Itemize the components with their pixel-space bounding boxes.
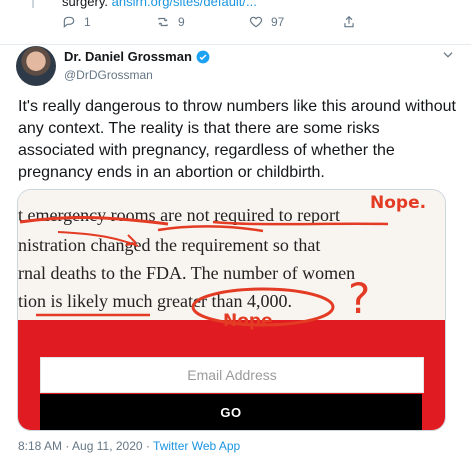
avatar[interactable]	[16, 46, 56, 86]
author-name-row: Dr. Daniel Grossman	[64, 49, 210, 64]
tweet-source[interactable]: Twitter Web App	[153, 439, 240, 453]
reply-icon	[63, 16, 75, 28]
email-field[interactable]: Email Address	[40, 357, 424, 393]
clipping-line: rnal deaths to the FDA. The number of wo…	[18, 263, 356, 283]
author[interactable]: Dr. Daniel Grossman @DrDGrossman	[64, 49, 210, 82]
reply-count: 1	[84, 15, 91, 29]
previous-tweet[interactable]: surgery. ansirh.org/sites/default/... 1 …	[0, 0, 471, 45]
chevron-down-icon[interactable]	[441, 48, 455, 62]
tweet-date[interactable]: Aug 11, 2020	[72, 439, 143, 453]
signup-panel: Email Address GO	[18, 320, 445, 430]
nope-annotation: Nope.	[223, 311, 280, 331]
previous-tweet-text: surgery. ansirh.org/sites/default/...	[62, 0, 257, 9]
previous-tweet-actions: 1 9 97	[0, 15, 471, 33]
like-count: 97	[271, 15, 285, 29]
tweet-text: It's really dangerous to throw numbers l…	[18, 98, 456, 181]
question-mark-annotation: ?	[348, 274, 371, 323]
go-button[interactable]: GO	[40, 394, 422, 430]
clipping-line: nistration changed the requirement so th…	[18, 235, 321, 255]
like-button[interactable]: 97	[249, 15, 284, 29]
tweet-timestamp: 8:18 AM · Aug 11, 2020 · Twitter Web App	[18, 439, 241, 453]
retweet-count: 9	[178, 15, 185, 29]
nope-annotation: Nope.	[370, 193, 427, 213]
retweet-button[interactable]: 9	[156, 15, 185, 29]
verified-icon	[196, 50, 210, 63]
retweet-icon	[158, 17, 168, 27]
tweet-image[interactable]: t emergency rooms are not required to re…	[17, 189, 446, 431]
author-name[interactable]: Dr. Daniel Grossman	[64, 49, 192, 64]
tweet-time[interactable]: 8:18 AM	[18, 439, 62, 453]
previous-tweet-link[interactable]: ansirh.org/sites/default/...	[112, 0, 257, 9]
clipping-line: t emergency rooms are not required to re…	[18, 205, 341, 225]
share-button[interactable]	[342, 15, 356, 29]
clipping-line: tion is likely much greater than 4,000.	[18, 291, 292, 311]
reply-button[interactable]: 1	[62, 15, 91, 29]
previous-tweet-body: surgery.	[62, 0, 108, 9]
author-handle: @DrDGrossman	[64, 68, 153, 82]
like-icon	[249, 16, 263, 28]
thread-line	[32, 0, 34, 8]
share-icon	[344, 15, 354, 28]
